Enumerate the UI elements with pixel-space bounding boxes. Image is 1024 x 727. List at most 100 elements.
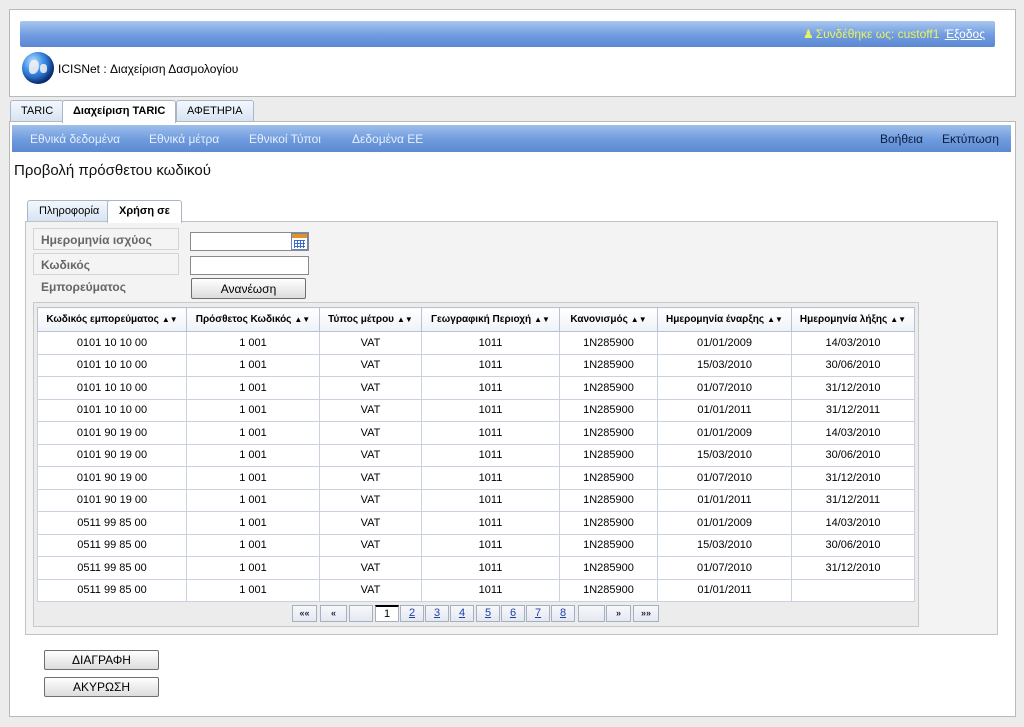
cell-additional-code: 1 001: [186, 331, 320, 355]
cell-geo-area: 1011: [421, 376, 560, 400]
data-table: Κωδικός εμπορεύματος ▲▼ Πρόσθετος Κωδικός…: [37, 307, 915, 602]
delete-button[interactable]: ΔΙΑΓΡΑΦΗ: [44, 650, 159, 670]
tab-used-in[interactable]: Χρήση σε: [107, 200, 182, 223]
table-row[interactable]: 0511 99 85 00 1 001 VAT 1011 1N285900 15/03/2…: [37, 533, 915, 557]
tab-taric-management[interactable]: Διαχείριση TARIC: [62, 100, 177, 123]
col-start-date[interactable]: Ημερομηνία έναρξης ▲▼: [657, 307, 792, 332]
user-bar: ♟ Συνδέθηκε ως: custoff1 Έξοδος: [20, 21, 995, 47]
menu-help[interactable]: Βοήθεια: [880, 132, 923, 146]
cell-end-date: 30/06/2010: [791, 353, 915, 377]
cell-commodity-code: 0101 10 10 00: [37, 331, 187, 355]
pager-page-3[interactable]: 3: [425, 605, 449, 622]
col-measure-type[interactable]: Τύπος μέτρου ▲▼: [319, 307, 422, 332]
cell-end-date: 31/12/2011: [791, 488, 915, 512]
col-commodity-code[interactable]: Κωδικός εμπορεύματος ▲▼: [37, 307, 187, 332]
refresh-button[interactable]: Ανανέωση: [191, 278, 306, 299]
table-row[interactable]: 0101 10 10 00 1 001 VAT 1011 1N285900 01/01/2…: [37, 398, 915, 422]
cell-measure-type: VAT: [319, 443, 422, 467]
pager-page-6[interactable]: 6: [501, 605, 525, 622]
cell-geo-area: 1011: [421, 398, 560, 422]
cell-start-date: 01/01/2011: [657, 398, 792, 422]
cell-geo-area: 1011: [421, 443, 560, 467]
pager-page-4[interactable]: 4: [450, 605, 474, 622]
pager-page-7[interactable]: 7: [526, 605, 550, 622]
cell-commodity-code: 0511 99 85 00: [37, 556, 187, 580]
cell-geo-area: 1011: [421, 511, 560, 535]
table-row[interactable]: 0511 99 85 00 1 001 VAT 1011 1N285900 01/01/2…: [37, 578, 915, 602]
cell-end-date: [791, 578, 915, 602]
table-row[interactable]: 0101 90 19 00 1 001 VAT 1011 1N285900 01/01/2…: [37, 421, 915, 445]
header-frame: ♟ Συνδέθηκε ως: custoff1 Έξοδος ICISNet :…: [9, 9, 1016, 97]
cell-measure-type: VAT: [319, 511, 422, 535]
logged-in-label: Συνδέθηκε ως: custoff1: [815, 27, 940, 41]
pager-prev-button[interactable]: «: [320, 605, 347, 622]
sort-arrows-icon: ▲▼: [534, 315, 550, 324]
cell-commodity-code: 0101 90 19 00: [37, 466, 187, 490]
commodity-code-label: Κωδικός Εμπορεύματος: [33, 253, 179, 294]
cell-geo-area: 1011: [421, 331, 560, 355]
cell-measure-type: VAT: [319, 578, 422, 602]
sort-arrows-icon: ▲▼: [890, 315, 907, 324]
cell-additional-code: 1 001: [186, 398, 320, 422]
menu-eu-data[interactable]: Δεδομένα ΕΕ: [352, 132, 423, 146]
cell-measure-type: VAT: [319, 376, 422, 400]
cell-measure-type: VAT: [319, 353, 422, 377]
user-status: ♟ Συνδέθηκε ως: custoff1 Έξοδος: [803, 27, 985, 41]
sort-arrows-icon: ▲▼: [630, 315, 647, 324]
table-row[interactable]: 0101 10 10 00 1 001 VAT 1011 1N285900 01/01/2…: [37, 331, 915, 355]
cell-regulation: 1N285900: [559, 398, 658, 422]
col-end-date[interactable]: Ημερομηνία λήξης ▲▼: [791, 307, 915, 332]
pager-first-button[interactable]: ««: [292, 605, 317, 622]
tab-taric[interactable]: TARIC: [10, 100, 65, 122]
sort-arrows-icon: ▲▼: [397, 315, 413, 324]
cell-start-date: 01/01/2011: [657, 488, 792, 512]
table-row[interactable]: 0101 90 19 00 1 001 VAT 1011 1N285900 01/07/2…: [37, 466, 915, 490]
pager-page-5[interactable]: 5: [476, 605, 500, 622]
cell-end-date: 31/12/2010: [791, 466, 915, 490]
table-row[interactable]: 0101 10 10 00 1 001 VAT 1011 1N285900 15/03/2…: [37, 353, 915, 377]
pager-page-2[interactable]: 2: [400, 605, 424, 622]
cell-measure-type: VAT: [319, 488, 422, 512]
col-additional-code[interactable]: Πρόσθετος Κωδικός ▲▼: [186, 307, 320, 332]
calendar-icon[interactable]: [291, 233, 308, 250]
menu-national-types[interactable]: Εθνικοί Τύποι: [249, 132, 321, 146]
cell-start-date: 01/07/2010: [657, 556, 792, 580]
app-title: ICISNet : Διαχείριση Δασμολογίου: [58, 62, 239, 76]
tab-info[interactable]: Πληροφορία: [27, 200, 112, 222]
logout-link[interactable]: Έξοδος: [945, 27, 985, 41]
cell-regulation: 1N285900: [559, 466, 658, 490]
pager-last-button[interactable]: »»: [633, 605, 659, 622]
col-regulation[interactable]: Κανονισμός ▲▼: [559, 307, 658, 332]
table-row[interactable]: 0511 99 85 00 1 001 VAT 1011 1N285900 01/07/2…: [37, 556, 915, 580]
menu-national-measures[interactable]: Εθνικά μέτρα: [149, 132, 219, 146]
cell-start-date: 01/01/2011: [657, 578, 792, 602]
cell-geo-area: 1011: [421, 578, 560, 602]
cell-geo-area: 1011: [421, 421, 560, 445]
col-geo-area[interactable]: Γεωγραφική Περιοχή ▲▼: [421, 307, 560, 332]
tab-home[interactable]: ΑΦΕΤΗΡΙΑ: [176, 100, 254, 122]
cell-measure-type: VAT: [319, 556, 422, 580]
pager-page-1[interactable]: 1: [375, 605, 399, 622]
table-row[interactable]: 0101 10 10 00 1 001 VAT 1011 1N285900 01/07/2…: [37, 376, 915, 400]
cell-commodity-code: 0511 99 85 00: [37, 578, 187, 602]
table-row[interactable]: 0101 90 19 00 1 001 VAT 1011 1N285900 01/01/2…: [37, 488, 915, 512]
cell-end-date: 31/12/2010: [791, 556, 915, 580]
cancel-button[interactable]: ΑΚΥΡΩΣΗ: [44, 677, 159, 697]
pager-spacer: [349, 605, 373, 622]
cell-end-date: 14/03/2010: [791, 511, 915, 535]
pager-page-8[interactable]: 8: [551, 605, 575, 622]
cell-commodity-code: 0511 99 85 00: [37, 511, 187, 535]
menu-bar: Εθνικά δεδομένα Εθνικά μέτρα Εθνικοί Τύπ…: [12, 125, 1011, 152]
pager-next-button[interactable]: »: [606, 605, 631, 622]
commodity-code-input[interactable]: [190, 256, 309, 275]
menu-print[interactable]: Εκτύπωση: [942, 132, 999, 146]
cell-commodity-code: 0101 90 19 00: [37, 443, 187, 467]
menu-national-data[interactable]: Εθνικά δεδομένα: [30, 132, 120, 146]
cell-regulation: 1N285900: [559, 353, 658, 377]
cell-start-date: 01/01/2009: [657, 331, 792, 355]
cell-end-date: 14/03/2010: [791, 421, 915, 445]
cell-commodity-code: 0101 90 19 00: [37, 488, 187, 512]
table-row[interactable]: 0511 99 85 00 1 001 VAT 1011 1N285900 01/01/2…: [37, 511, 915, 535]
cell-regulation: 1N285900: [559, 556, 658, 580]
table-row[interactable]: 0101 90 19 00 1 001 VAT 1011 1N285900 15/03/2…: [37, 443, 915, 467]
